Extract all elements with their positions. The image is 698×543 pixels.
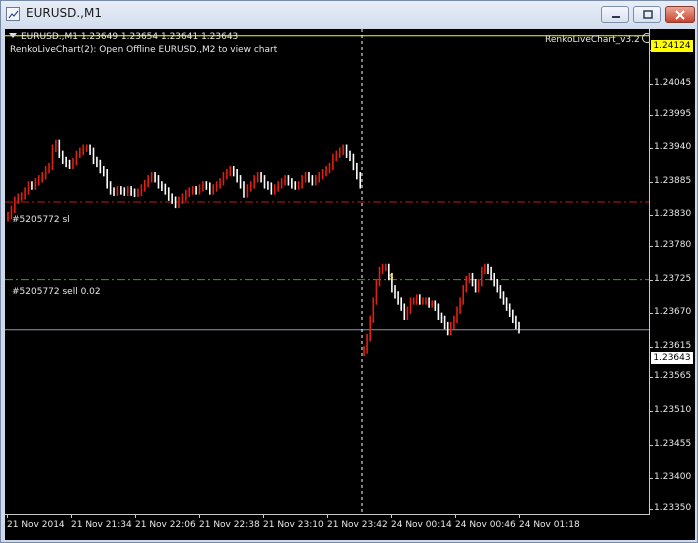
x-tick (263, 515, 264, 518)
x-tick-label: 21 Nov 23:10 (263, 520, 324, 530)
x-tick (327, 515, 328, 518)
window-title: EURUSD.,M1 (26, 6, 102, 20)
x-tick-label: 21 Nov 22:38 (199, 520, 260, 530)
x-tick-label: 21 Nov 23:42 (327, 520, 388, 530)
y-tick-label: 1.23670 (654, 307, 692, 318)
y-tick-label: 1.23830 (654, 209, 692, 220)
y-tick-label: 1.23350 (654, 502, 692, 513)
x-tick (455, 515, 456, 518)
y-tick-label: 1.23510 (654, 405, 692, 416)
price-axis[interactable]: 1.241001.240451.239951.239401.238851.238… (650, 29, 695, 515)
chart-window: EURUSD.,M1 EURUSD.,M1 1.23649 1.23654 1.… (0, 0, 698, 543)
close-button[interactable] (665, 6, 695, 23)
x-tick (7, 515, 8, 518)
y-tick-label: 1.23995 (654, 108, 692, 119)
y-tick-label: 1.23455 (654, 438, 692, 449)
y-tick (650, 148, 653, 150)
indicator-comment: RenkoLiveChart(2): Open Offline EURUSD.,… (10, 45, 278, 55)
x-tick-label: 24 Nov 00:14 (391, 520, 452, 530)
x-tick-label: 21 Nov 22:06 (135, 520, 196, 530)
minimize-icon (612, 16, 620, 18)
ea-name: RenkoLiveChart_v3.2 (545, 35, 640, 45)
minimize-button[interactable] (601, 6, 629, 23)
y-tick (650, 246, 653, 248)
ea-status[interactable]: RenkoLiveChart_v3.2 (545, 33, 649, 45)
price-chart[interactable] (5, 29, 650, 515)
chart-window-icon[interactable] (6, 7, 20, 21)
y-tick (650, 313, 653, 315)
y-tick-label: 1.23780 (654, 240, 692, 251)
ask-price-tag: 1.24124 (651, 40, 693, 52)
y-tick-label: 1.23725 (654, 273, 692, 284)
y-tick (650, 444, 653, 446)
y-tick (650, 478, 653, 480)
x-tick (135, 515, 136, 518)
y-tick-label: 1.23940 (654, 142, 692, 153)
y-tick (650, 411, 653, 413)
y-tick (650, 346, 653, 348)
title-bar[interactable]: EURUSD.,M1 (1, 1, 697, 28)
x-tick (71, 515, 72, 518)
y-tick-label: 1.23615 (654, 340, 692, 351)
bid-price-tag: 1.23643 (651, 352, 693, 364)
x-tick (199, 515, 200, 518)
dropdown-arrow-icon[interactable] (9, 33, 17, 38)
y-tick (650, 508, 653, 510)
symbol-info: EURUSD.,M1 1.23649 1.23654 1.23641 1.236… (21, 32, 239, 42)
time-axis[interactable]: 21 Nov 2014 21 Nov 21:34 21 Nov 22:06 21 No… (5, 515, 695, 540)
x-tick-label: 24 Nov 01:18 (519, 520, 580, 530)
y-tick (650, 279, 653, 281)
y-tick (650, 84, 653, 86)
y-tick-label: 1.23885 (654, 175, 692, 186)
symbol-header: EURUSD.,M1 1.23649 1.23654 1.23641 1.236… (7, 32, 238, 42)
maximize-button[interactable] (633, 6, 661, 23)
y-tick (650, 215, 653, 217)
order-label: #5205772 sell 0.02 (12, 287, 101, 297)
close-icon (675, 10, 685, 20)
sell-arrow-marker[interactable]: s (389, 272, 394, 282)
maximize-icon (643, 10, 653, 19)
smiley-icon (641, 33, 649, 43)
x-tick (391, 515, 392, 518)
y-tick (650, 114, 653, 116)
x-tick-label: 21 Nov 2014 (7, 520, 65, 530)
x-tick-label: 24 Nov 00:46 (455, 520, 516, 530)
y-tick-label: 1.23565 (654, 371, 692, 382)
price-plot[interactable]: EURUSD.,M1 1.23649 1.23654 1.23641 1.236… (5, 29, 650, 515)
chart-area[interactable]: EURUSD.,M1 1.23649 1.23654 1.23641 1.236… (5, 29, 695, 540)
y-tick-label: 1.24045 (654, 78, 692, 89)
y-tick (650, 377, 653, 379)
stop-loss-label: #5205772 sl (12, 215, 70, 225)
x-tick (519, 515, 520, 518)
y-tick-label: 1.23400 (654, 472, 692, 483)
y-tick (650, 181, 653, 183)
x-tick-label: 21 Nov 21:34 (71, 520, 132, 530)
